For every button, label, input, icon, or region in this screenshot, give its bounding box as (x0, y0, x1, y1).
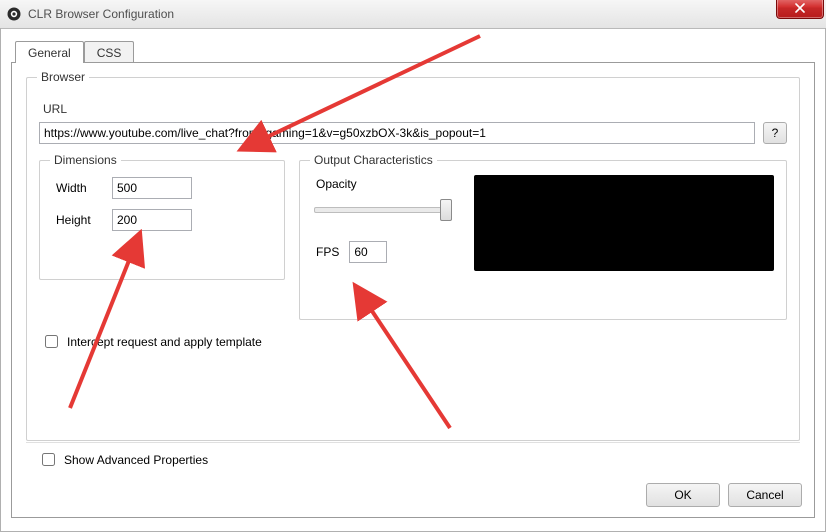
opacity-slider[interactable] (312, 197, 452, 223)
url-row: ? (39, 122, 787, 144)
fps-input[interactable] (349, 241, 387, 263)
show-advanced-label: Show Advanced Properties (64, 453, 208, 467)
height-input[interactable] (112, 209, 192, 231)
dialog-body: General CSS Browser URL ? Dimensions Wid… (0, 28, 826, 532)
tab-strip: General CSS (15, 38, 815, 62)
titlebar: CLR Browser Configuration (0, 0, 826, 29)
footer-buttons: OK Cancel (646, 483, 802, 507)
mid-row: Dimensions Width Height Output Character… (39, 160, 787, 320)
opacity-label: Opacity (312, 177, 452, 191)
separator (26, 442, 800, 443)
cancel-button[interactable]: Cancel (728, 483, 802, 507)
tab-general-label: General (28, 46, 71, 60)
height-label: Height (52, 213, 104, 227)
tab-general[interactable]: General (15, 41, 84, 63)
close-icon (795, 3, 805, 13)
group-output-legend: Output Characteristics (310, 153, 437, 167)
group-output: Output Characteristics Opacity FPS (299, 160, 787, 320)
app-icon (6, 6, 22, 22)
window-title: CLR Browser Configuration (28, 7, 174, 21)
ok-label: OK (674, 488, 691, 502)
tab-css-label: CSS (97, 46, 122, 60)
opacity-block: Opacity (312, 177, 452, 223)
tab-panel-general: Browser URL ? Dimensions Width Height (11, 62, 815, 518)
show-advanced-row: Show Advanced Properties (38, 450, 208, 469)
preview-box (474, 175, 774, 271)
height-row: Height (52, 209, 272, 231)
group-browser-legend: Browser (37, 70, 89, 84)
width-row: Width (52, 177, 272, 199)
show-advanced-checkbox[interactable] (42, 453, 55, 466)
cancel-label: Cancel (746, 488, 783, 502)
url-label: URL (43, 102, 787, 116)
opacity-thumb[interactable] (440, 199, 452, 221)
url-help-label: ? (772, 126, 779, 140)
url-input[interactable] (39, 122, 755, 144)
close-button[interactable] (776, 0, 824, 19)
window: CLR Browser Configuration General CSS Br… (0, 0, 826, 532)
group-dimensions: Dimensions Width Height (39, 160, 285, 280)
group-browser: Browser URL ? Dimensions Width Height (26, 77, 800, 441)
fps-row: FPS (316, 241, 387, 263)
url-help-button[interactable]: ? (763, 122, 787, 144)
opacity-track (314, 207, 450, 213)
width-input[interactable] (112, 177, 192, 199)
width-label: Width (52, 181, 104, 195)
ok-button[interactable]: OK (646, 483, 720, 507)
fps-label: FPS (316, 245, 339, 259)
intercept-row: Intercept request and apply template (39, 332, 787, 351)
intercept-checkbox[interactable] (45, 335, 58, 348)
group-dimensions-legend: Dimensions (50, 153, 121, 167)
tab-css[interactable]: CSS (84, 41, 135, 63)
intercept-label: Intercept request and apply template (67, 335, 262, 349)
